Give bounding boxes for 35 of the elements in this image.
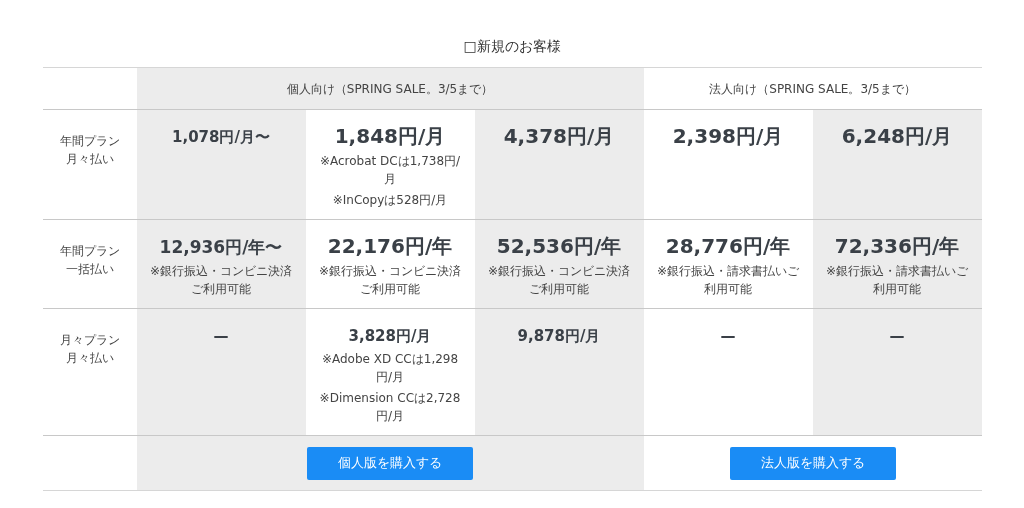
price-text: 2,398円/月 [672,123,784,149]
price-text: 1,078円/月〜 [172,127,270,148]
price-text: 3,828円/月 [348,326,432,347]
purchase-button[interactable]: 個人版を購入する [307,446,473,480]
note-text: ※Dimension CCは2,728円/月 [318,390,462,425]
note-text: ※Adobe XD CCは1,298円/月 [320,351,460,386]
price-text: 1,848円/月 [334,123,446,149]
price-text: 22,176円/年 [327,233,453,259]
note-text: ※銀行振込・コンビニ決済ご利用可能 [148,263,294,298]
group-header: 個人向け（SPRING SALE。3/5まで） [286,80,494,98]
price-text: 9,878円/月 [517,326,601,347]
note-text: ※InCopyは528円/月 [331,192,449,209]
price-text: — [213,326,229,347]
purchase-button[interactable]: 法人版を購入する [729,446,896,480]
row-label: 年間プラン [59,133,120,150]
group-header: 法人向け（SPRING SALE。3/5まで） [709,80,916,98]
section-title: □新規のお客様 [462,37,562,56]
row-label: 月々払い [65,151,114,168]
price-text: 28,776円/年 [665,233,791,259]
note-text: ※銀行振込・請求書払いご利用可能 [655,263,801,298]
price-text: 12,936円/年〜 [159,236,283,259]
row-label: 年間プラン [59,243,120,260]
row-label: 月々払い [65,350,114,367]
price-text: 72,336円/年 [834,233,960,259]
row-label: 一括払い [65,261,114,278]
note-text: ※銀行振込・コンビニ決済ご利用可能 [317,263,463,298]
price-text: — [720,326,736,347]
note-text: ※Acrobat DCは1,738円/月 [318,153,462,188]
price-text: — [889,326,905,347]
row-label: 月々プラン [59,332,120,349]
note-text: ※銀行振込・請求書払いご利用可能 [824,263,970,298]
note-text: ※銀行振込・コンビニ決済ご利用可能 [486,263,632,298]
price-text: 4,378円/月 [503,123,615,149]
price-text: 6,248円/月 [841,123,953,149]
price-text: 52,536円/年 [496,233,622,259]
